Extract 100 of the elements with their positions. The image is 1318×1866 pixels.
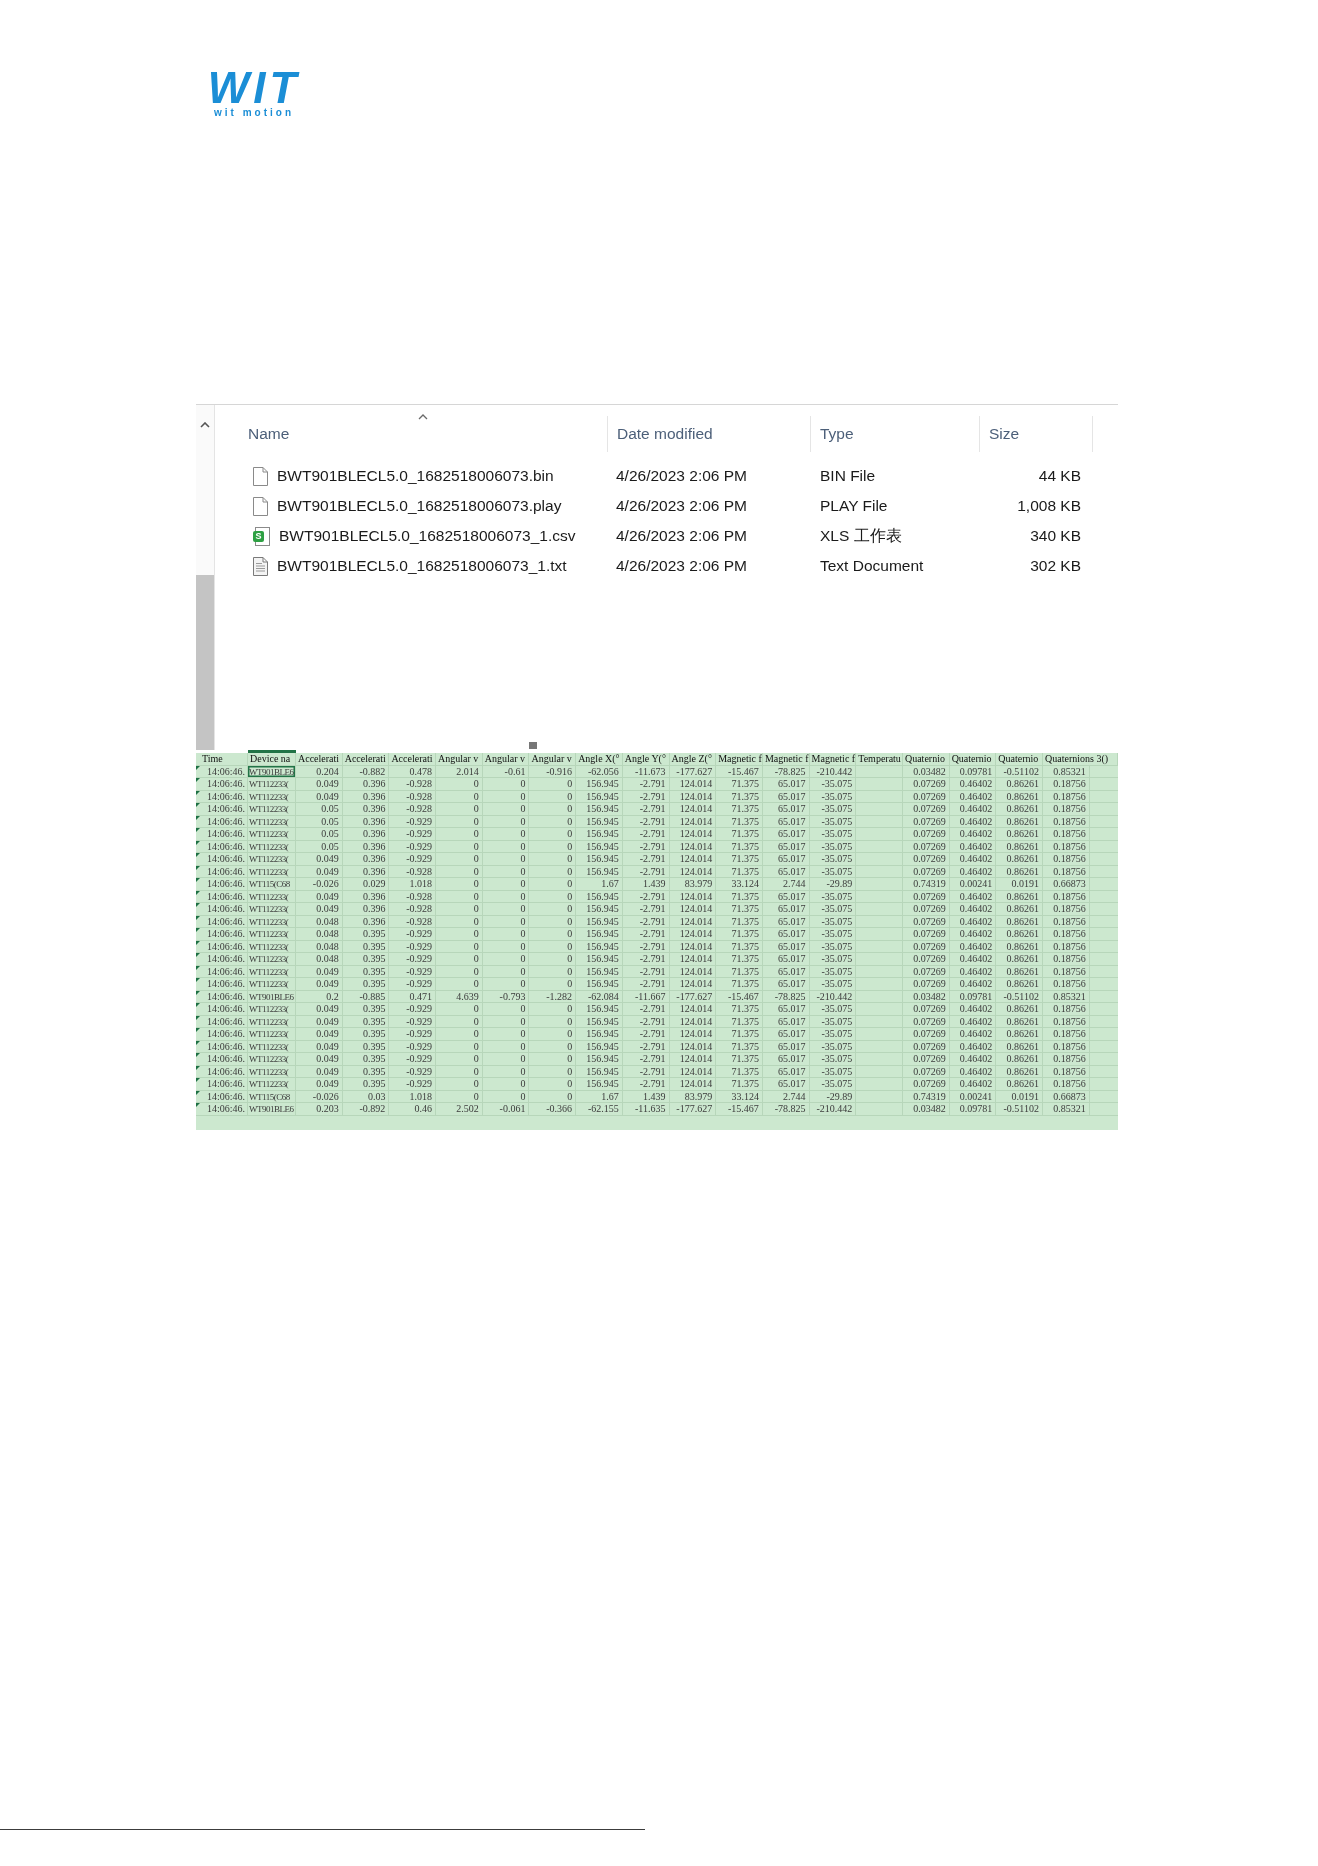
table-cell: 0.86261	[996, 1003, 1043, 1016]
table-cell: 14:06:46.	[196, 803, 248, 816]
table-cell: 0.395	[342, 1003, 390, 1016]
column-header[interactable]: Name	[248, 422, 290, 446]
table-cell: 0.07269	[902, 828, 950, 841]
table-cell: 0.46402	[949, 928, 997, 941]
table-cell: WT112233(	[248, 1040, 296, 1053]
table-cell: -0.929	[389, 853, 437, 866]
table-cell: 0.46402	[949, 903, 997, 916]
table-cell: 65.017	[762, 1065, 810, 1078]
table-cell: 0.86261	[996, 1040, 1043, 1053]
table-cell: -35.075	[809, 828, 857, 841]
table-cell: 0.66873	[1043, 878, 1090, 891]
table-cell: 0	[529, 928, 577, 941]
column-header[interactable]: Date modified	[617, 422, 713, 446]
table-cell: 0.46402	[949, 778, 997, 791]
scrollbar-thumb[interactable]	[196, 575, 214, 750]
table-cell: 65.017	[762, 803, 810, 816]
table-cell: WT112233(	[248, 1003, 296, 1016]
file-type: BIN File	[820, 467, 876, 485]
table-cell: -210.442	[809, 990, 857, 1003]
table-cell: 65.017	[762, 928, 810, 941]
table-cell: -78.825	[762, 765, 810, 778]
table-cell: 0.07269	[902, 1040, 950, 1053]
table-cell: 0.18756	[1043, 965, 1090, 978]
table-cell: -35.075	[809, 1078, 857, 1091]
column-header: Quaternions 3()	[1043, 753, 1118, 766]
table-cell: 0.46402	[949, 1028, 997, 1041]
table-cell: WT112233(	[248, 865, 296, 878]
table-cell: 0	[529, 1065, 577, 1078]
table-cell: 0.07269	[902, 965, 950, 978]
table-cell: 0	[529, 803, 577, 816]
table-cell: 0	[482, 1028, 530, 1041]
file-name[interactable]: BWT901BLECL5.0_1682518006073.play	[277, 494, 562, 518]
table-cell: 0.07269	[902, 790, 950, 803]
table-cell: 124.014	[669, 865, 717, 878]
table-cell: 0.18756	[1043, 928, 1090, 941]
table-cell: 156.945	[576, 1065, 623, 1078]
table-cell: 124.014	[669, 1028, 717, 1041]
chevron-up-icon[interactable]	[200, 422, 210, 428]
table-cell: WT112233(	[248, 803, 296, 816]
table-cell: 0	[482, 890, 530, 903]
table-cell: WT115(C68	[248, 878, 296, 891]
table-cell: -0.929	[389, 940, 437, 953]
table-cell: 124.014	[669, 965, 717, 978]
table-cell: 1.67	[576, 878, 623, 891]
file-name[interactable]: BWT901BLECL5.0_1682518006073.bin	[277, 464, 554, 488]
table-cell: 71.375	[716, 890, 763, 903]
table-cell: 0.471	[389, 990, 437, 1003]
table-cell: 0.395	[342, 1028, 390, 1041]
table-cell: 0.46402	[949, 853, 997, 866]
table-cell: 0	[482, 965, 530, 978]
table-cell: -2.791	[622, 953, 670, 966]
table-cell: 0	[529, 828, 577, 841]
table-cell: 0.18756	[1043, 778, 1090, 791]
table-cell: -35.075	[809, 840, 857, 853]
table-cell: 0.049	[296, 965, 343, 978]
table-cell: -2.791	[622, 815, 670, 828]
table-cell: -35.075	[809, 803, 857, 816]
table-cell: -62.056	[576, 765, 623, 778]
table-cell: 14:06:46.	[196, 890, 248, 903]
table-cell: -35.075	[809, 1040, 857, 1053]
table-cell: 0	[482, 840, 530, 853]
table-cell: 124.014	[669, 903, 717, 916]
table-cell: 71.375	[716, 840, 763, 853]
table-cell: 0	[529, 965, 577, 978]
table-cell: 0.66873	[1043, 1090, 1090, 1103]
table-cell: 0.18756	[1043, 953, 1090, 966]
table-cell: -0.026	[296, 1090, 343, 1103]
file-name[interactable]: BWT901BLECL5.0_1682518006073_1.txt	[277, 554, 567, 578]
table-cell: 0.395	[342, 1065, 390, 1078]
scrollbar[interactable]	[196, 405, 215, 750]
table-cell: 0	[482, 1065, 530, 1078]
table-cell: 0.049	[296, 1028, 343, 1041]
table-cell: 14:06:46.	[196, 853, 248, 866]
table-cell: 0.74319	[902, 1090, 950, 1103]
table-cell: 0.46402	[949, 1065, 997, 1078]
file-name[interactable]: BWT901BLECL5.0_1682518006073_1.csv	[279, 524, 576, 548]
column-header[interactable]: Type	[820, 422, 854, 446]
table-cell: -2.791	[622, 965, 670, 978]
table-cell: 65.017	[762, 853, 810, 866]
table-cell: -2.791	[622, 1078, 670, 1091]
table-cell: -29.89	[809, 1090, 857, 1103]
table-cell: 14:06:46.	[196, 940, 248, 953]
table-cell: 0.46402	[949, 965, 997, 978]
table-cell: 0.049	[296, 978, 343, 991]
table-cell: 0.07269	[902, 1028, 950, 1041]
table-cell: 0	[436, 903, 483, 916]
table-cell: 0.049	[296, 1053, 343, 1066]
table-cell: 0	[529, 840, 577, 853]
column-header: Angle X(°	[576, 753, 623, 766]
table-cell: WT112233(	[248, 1065, 296, 1078]
table-cell: -35.075	[809, 778, 857, 791]
table-cell: 0.048	[296, 953, 343, 966]
table-cell: 0	[436, 828, 483, 841]
table-cell: 71.375	[716, 1078, 763, 1091]
table-cell: -0.929	[389, 1053, 437, 1066]
column-header[interactable]: Size	[989, 422, 1020, 446]
table-cell: WT112233(	[248, 978, 296, 991]
table-cell: -0.929	[389, 1040, 437, 1053]
